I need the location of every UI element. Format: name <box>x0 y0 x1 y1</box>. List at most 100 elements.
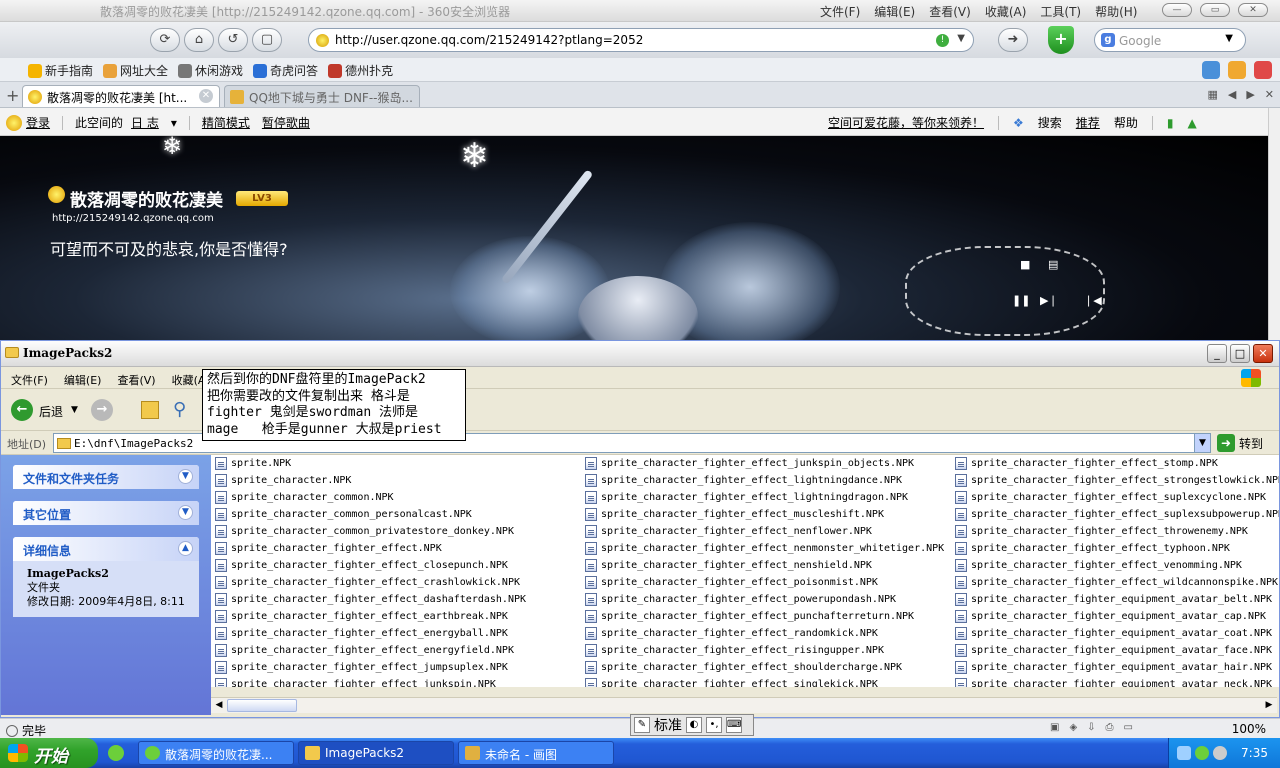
back-arrow-icon[interactable]: ← <box>11 399 33 421</box>
file-item[interactable]: sprite_character_common_personalcast.NPK <box>213 506 526 523</box>
plugin-icon[interactable] <box>1228 61 1246 79</box>
tab-list-icon[interactable]: ▦ <box>1207 88 1217 101</box>
blog-link[interactable]: 日 志 <box>131 114 159 131</box>
home-icon[interactable]: ⌂ <box>184 28 214 52</box>
explorer-maximize-button[interactable]: □ <box>1230 344 1250 363</box>
file-item[interactable]: sprite_character_fighter_effect_randomki… <box>583 625 944 642</box>
task-explorer[interactable]: ImagePacks2 <box>298 741 454 765</box>
file-item[interactable]: sprite_character_fighter_effect_musclesh… <box>583 506 944 523</box>
file-item[interactable]: sprite_character_fighter_effect_typhoon.… <box>953 540 1279 557</box>
pane-header[interactable]: 其它位置 ▼ <box>13 501 199 525</box>
theme-icon[interactable]: ❖ <box>1013 116 1024 130</box>
music-next-icon[interactable]: ▶❘ <box>1040 294 1058 307</box>
back-button-label[interactable]: 后退 <box>39 403 63 420</box>
task-browser[interactable]: 散落凋零的败花凄... <box>138 741 294 765</box>
pause-music-link[interactable]: 暂停歌曲 <box>262 114 310 131</box>
pane-file-tasks[interactable]: 文件和文件夹任务 ▼ <box>13 465 199 489</box>
file-item[interactable]: sprite.NPK <box>213 455 526 472</box>
expand-chevron-icon[interactable]: ▼ <box>178 469 193 484</box>
file-item[interactable]: sprite_character_fighter_effect_stomp.NP… <box>953 455 1279 472</box>
file-item[interactable]: sprite_character_fighter_effect_throwene… <box>953 523 1279 540</box>
music-list-icon[interactable]: ▤ <box>1048 258 1058 271</box>
tab-prev-icon[interactable]: ◀ <box>1228 88 1236 101</box>
file-item[interactable]: sprite_character_fighter_effect_lightnin… <box>583 489 944 506</box>
ime-halfwidth-icon[interactable]: ◐ <box>686 717 702 733</box>
pane-other-places[interactable]: 其它位置 ▼ <box>13 501 199 525</box>
explorer-address-path[interactable]: E:\dnf\ImagePacks2 <box>74 437 193 450</box>
explorer-menu-view[interactable]: 查看(V) <box>117 372 155 387</box>
360-tray-icon[interactable] <box>1195 746 1209 760</box>
file-item[interactable]: sprite_character_fighter_effect_singleki… <box>583 676 944 687</box>
file-item[interactable]: sprite_character_fighter_effect_wildcann… <box>953 574 1279 591</box>
tab-qzone[interactable]: 散落凋零的败花凄美 [ht... ✕ <box>22 85 220 107</box>
file-item[interactable]: sprite_character_fighter_effect_risingup… <box>583 642 944 659</box>
file-item[interactable]: sprite_character_fighter_effect_nenflowe… <box>583 523 944 540</box>
new-tab-icon[interactable]: + <box>6 86 19 105</box>
scroll-right-icon[interactable]: ▶ <box>1261 698 1277 713</box>
ime-mode[interactable]: 标准 <box>654 715 682 735</box>
file-item[interactable]: sprite_character_fighter_effect_suplexsu… <box>953 506 1279 523</box>
pane-details[interactable]: 详细信息 ▲ ImagePacks2 文件夹 修改日期: 2009年4月8日, … <box>13 537 199 617</box>
network-icon[interactable] <box>1177 746 1191 760</box>
zoom-level[interactable]: 100% <box>1232 722 1266 736</box>
file-item[interactable]: sprite_character.NPK <box>213 472 526 489</box>
refresh-button[interactable]: ⟳ <box>150 28 180 52</box>
tab-close-icon[interactable]: ✕ <box>199 89 213 103</box>
file-item[interactable]: sprite_character_fighter_effect_energyba… <box>213 625 526 642</box>
ime-keyboard-icon[interactable]: ⌨ <box>726 717 742 733</box>
music-stop-icon[interactable]: ■ <box>1020 258 1030 271</box>
forward-arrow-icon[interactable]: → <box>91 399 113 421</box>
pane-header[interactable]: 详细信息 ▲ <box>13 537 199 561</box>
file-item[interactable]: sprite_character_fighter_equipment_avata… <box>953 591 1279 608</box>
simple-mode-link[interactable]: 精简模式 <box>202 114 250 131</box>
address-dropdown-icon[interactable]: ▼ <box>1194 434 1210 452</box>
pane-header[interactable]: 文件和文件夹任务 ▼ <box>13 465 199 489</box>
ime-logo-icon[interactable]: ✎ <box>634 717 650 733</box>
status-shield-icon[interactable]: ◈ <box>1069 722 1077 733</box>
file-item[interactable]: sprite_character_common_privatestore_don… <box>213 523 526 540</box>
status-download-icon[interactable]: ⇩ <box>1087 722 1095 733</box>
go-button[interactable]: ➜ <box>998 28 1028 52</box>
file-item[interactable]: sprite_character_fighter_effect_suplexcy… <box>953 489 1279 506</box>
status-print-icon[interactable]: ⎙ <box>1106 722 1114 733</box>
expand-chevron-icon[interactable]: ▼ <box>178 505 193 520</box>
stats-icon[interactable]: ▮ <box>1167 116 1174 130</box>
search-input[interactable]: Google <box>1119 34 1161 48</box>
favorite-guide[interactable]: 新手指南 <box>28 62 93 79</box>
scroll-thumb[interactable] <box>227 699 297 712</box>
explorer-menu-file[interactable]: 文件(F) <box>11 372 48 387</box>
music-prev-icon[interactable]: ❘◀ <box>1084 294 1102 307</box>
menu-file[interactable]: 文件(F) <box>820 3 860 20</box>
file-item[interactable]: sprite_character_fighter_equipment_avata… <box>953 659 1279 676</box>
explorer-close-button[interactable]: ✕ <box>1253 344 1273 363</box>
file-item[interactable]: sprite_character_fighter_effect_poisonmi… <box>583 574 944 591</box>
file-item[interactable]: sprite_character_fighter_effect_earthbre… <box>213 608 526 625</box>
file-item[interactable]: sprite_character_fighter_effect_energyfi… <box>213 642 526 659</box>
scroll-left-icon[interactable]: ◀ <box>211 698 227 713</box>
file-item[interactable]: sprite_character_fighter_effect.NPK <box>213 540 526 557</box>
address-dropdown-icon[interactable]: ▼ <box>957 33 965 44</box>
file-item[interactable]: sprite_character_fighter_effect_punchaft… <box>583 608 944 625</box>
quick-launch-browser-icon[interactable] <box>108 745 124 761</box>
menu-tools[interactable]: 工具(T) <box>1040 3 1081 20</box>
login-link[interactable]: 登录 <box>26 114 50 131</box>
file-item[interactable]: sprite_character_fighter_effect_stronges… <box>953 472 1279 489</box>
file-item[interactable]: sprite_character_fighter_effect_nenshiel… <box>583 557 944 574</box>
file-item[interactable]: sprite_character_fighter_effect_junkspin… <box>583 455 944 472</box>
file-item[interactable]: sprite_character_fighter_effect_powerupo… <box>583 591 944 608</box>
file-item[interactable]: sprite_character_fighter_equipment_avata… <box>953 642 1279 659</box>
file-item[interactable]: sprite_character_fighter_effect_nenmonst… <box>583 540 944 557</box>
file-item[interactable]: sprite_character_fighter_equipment_avata… <box>953 625 1279 642</box>
folder-up-icon[interactable] <box>141 401 159 419</box>
status-user-icon[interactable]: ▣ <box>1050 722 1059 733</box>
tab-close-all-icon[interactable]: ✕ <box>1265 88 1274 101</box>
explorer-go-button[interactable]: ➜ 转到 <box>1217 434 1263 452</box>
scroll-top-icon[interactable]: ▲ <box>1187 116 1196 130</box>
tab-next-icon[interactable]: ▶ <box>1246 88 1254 101</box>
back-dropdown-icon[interactable]: ▼ <box>71 405 78 415</box>
favorite-poker[interactable]: 德州扑克 <box>328 62 393 79</box>
search-magnifier-icon[interactable]: ⚲ <box>173 399 186 420</box>
file-item[interactable]: sprite_character_fighter_effect_junkspin… <box>213 676 526 687</box>
favorite-games[interactable]: 休闲游戏 <box>178 62 243 79</box>
help-menu[interactable]: 帮助 <box>1114 114 1138 131</box>
